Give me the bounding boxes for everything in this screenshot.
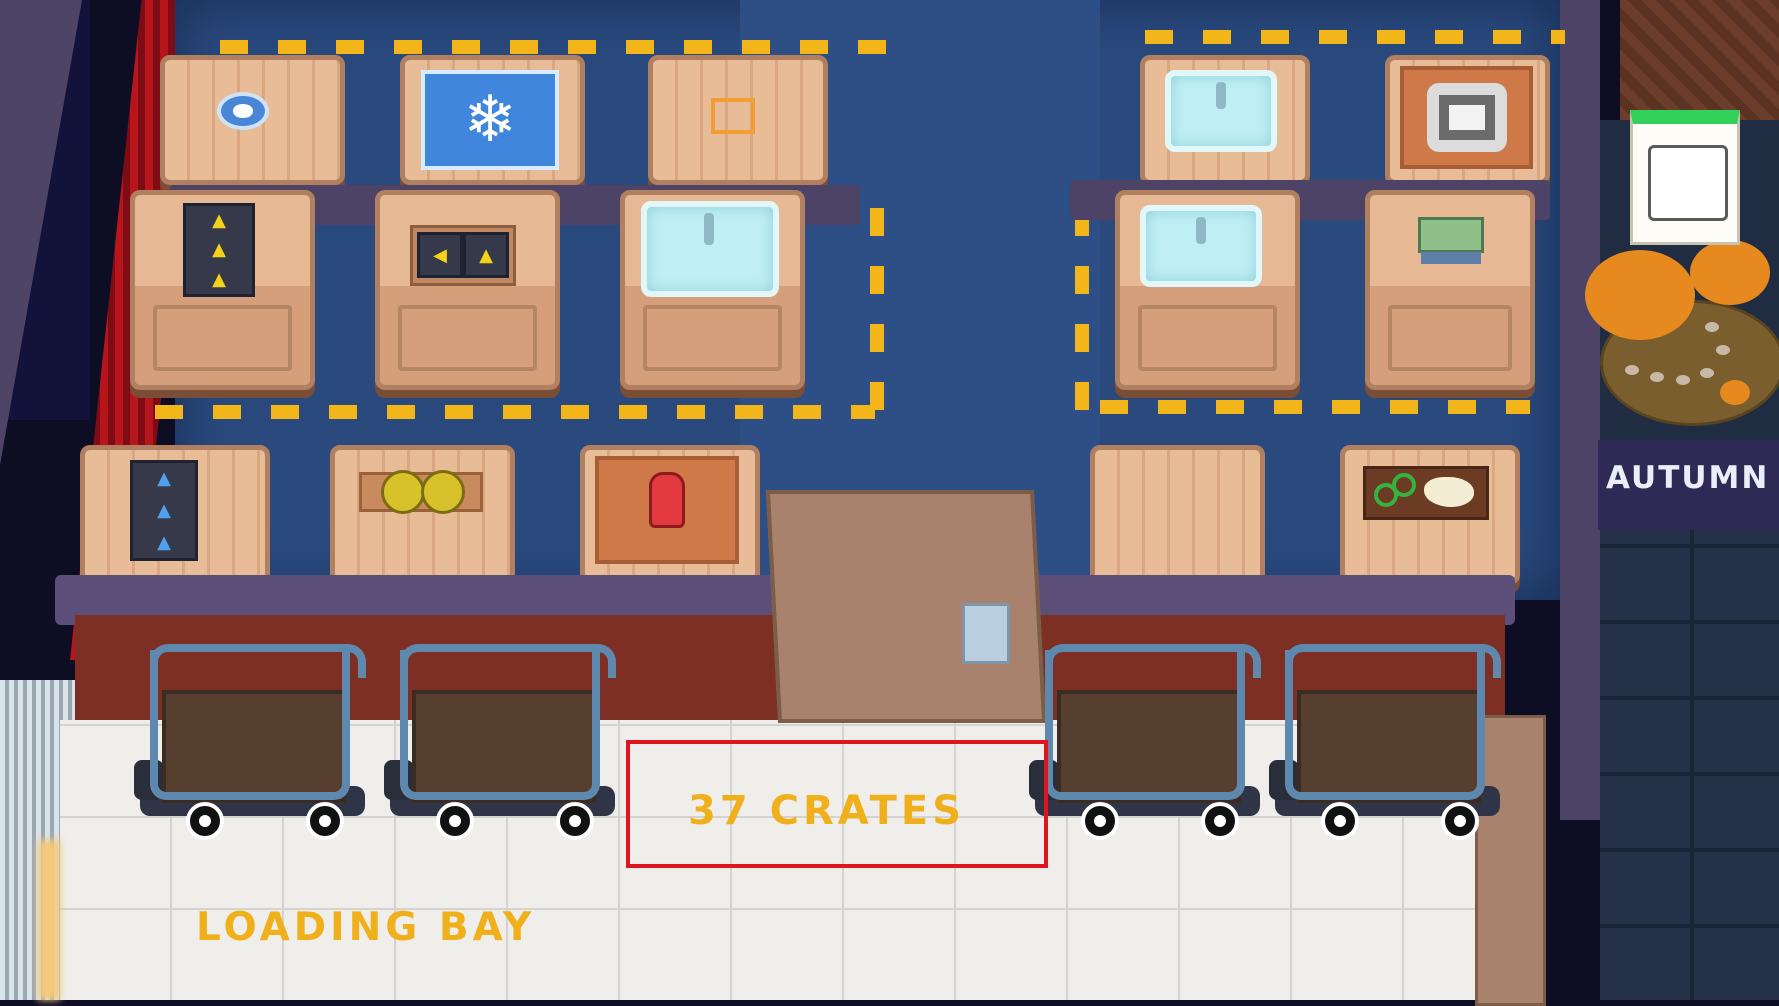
- crate-ketchup[interactable]: [580, 445, 760, 585]
- crate-conveyor-blue[interactable]: ▲ ▲ ▲: [80, 445, 270, 585]
- conveyor-icon: ◀: [417, 232, 463, 278]
- hazard-stripes: [870, 200, 884, 410]
- pebble: [1650, 372, 1664, 382]
- tray-icon: [1363, 466, 1489, 520]
- wheel-icon: [1081, 802, 1119, 840]
- wood-floor: [1620, 0, 1779, 120]
- leaf-pile-icon: [1690, 240, 1770, 305]
- crate-mixing-ring[interactable]: [160, 55, 345, 185]
- wheel-icon: [1321, 802, 1359, 840]
- pan-icon: [421, 470, 465, 514]
- sink-icon: [1165, 70, 1277, 152]
- hazard-stripes: [1075, 200, 1089, 410]
- book-icon: [1418, 217, 1484, 264]
- wheel-icon: [556, 802, 594, 840]
- cart-frame: [1285, 644, 1501, 800]
- crate-conveyor-yellow[interactable]: ▲ ▲ ▲: [130, 190, 315, 390]
- ketchup-station: [595, 456, 739, 564]
- sink-icon: [641, 201, 779, 297]
- hazard-stripes: [1100, 400, 1530, 414]
- ring-icon: [217, 92, 269, 130]
- light-glow: [38, 840, 60, 1000]
- crate-empty[interactable]: [648, 55, 828, 185]
- door-window: [962, 603, 1010, 664]
- cart-frame: [150, 644, 366, 800]
- map-icon: [1648, 145, 1728, 221]
- pebble: [1625, 365, 1639, 375]
- outside-tiles: [1600, 530, 1779, 1000]
- conveyor-icon: ▲: [463, 232, 509, 278]
- sink-icon: [1140, 205, 1262, 287]
- bottle-icon: [649, 472, 685, 528]
- right-wall: [1560, 0, 1600, 820]
- crate-sink[interactable]: [1140, 55, 1310, 185]
- crate-freezer[interactable]: ❄: [400, 55, 585, 185]
- delivery-cart[interactable]: [384, 644, 616, 840]
- stove-icon: [1400, 66, 1533, 169]
- crate-sink-2[interactable]: [620, 190, 805, 390]
- pebble: [1705, 322, 1719, 332]
- crate-plain[interactable]: [1090, 445, 1265, 585]
- hazard-stripes: [1145, 30, 1565, 44]
- pan-icon: [381, 470, 425, 514]
- conveyor-icon: ▲ ▲ ▲: [130, 460, 198, 561]
- crate-sink-3[interactable]: [1115, 190, 1300, 390]
- loading-bay-label: LOADING BAY: [196, 905, 536, 950]
- pebble: [1700, 368, 1714, 378]
- delivery-cart[interactable]: [1029, 644, 1261, 840]
- crate-stove[interactable]: [1385, 55, 1550, 185]
- pebble: [1716, 345, 1730, 355]
- wheel-icon: [436, 802, 474, 840]
- green-topping-icon: [1392, 473, 1416, 497]
- wheel-icon: [306, 802, 344, 840]
- crate-counter-highlight: [626, 740, 1048, 868]
- cart-frame: [400, 644, 616, 800]
- conveyor-icon: ▲ ▲ ▲: [183, 203, 255, 297]
- mixer-icon: ◀ ▲: [410, 225, 516, 286]
- crate-recipe-book[interactable]: [1365, 190, 1535, 390]
- topping-icon: [1424, 477, 1474, 507]
- crate-mixer[interactable]: ◀ ▲: [375, 190, 560, 390]
- autumn-sign-label: AUTUMN: [1606, 460, 1770, 496]
- wheel-icon: [1201, 802, 1239, 840]
- hazard-stripes: [155, 405, 875, 419]
- delivery-cart[interactable]: [134, 644, 366, 840]
- leaf-icon: [1720, 380, 1750, 405]
- hazard-stripes: [220, 40, 910, 54]
- cart-frame: [1045, 644, 1261, 800]
- pebble: [1676, 375, 1690, 385]
- delivery-cart[interactable]: [1269, 644, 1501, 840]
- leaf-pile-icon: [1585, 250, 1695, 340]
- crate-pans[interactable]: [330, 445, 515, 585]
- crate-toppings[interactable]: [1340, 445, 1520, 585]
- snowflake-icon: ❄: [421, 70, 559, 170]
- wheel-icon: [186, 802, 224, 840]
- wheel-icon: [1441, 802, 1479, 840]
- frame-icon: [711, 98, 755, 134]
